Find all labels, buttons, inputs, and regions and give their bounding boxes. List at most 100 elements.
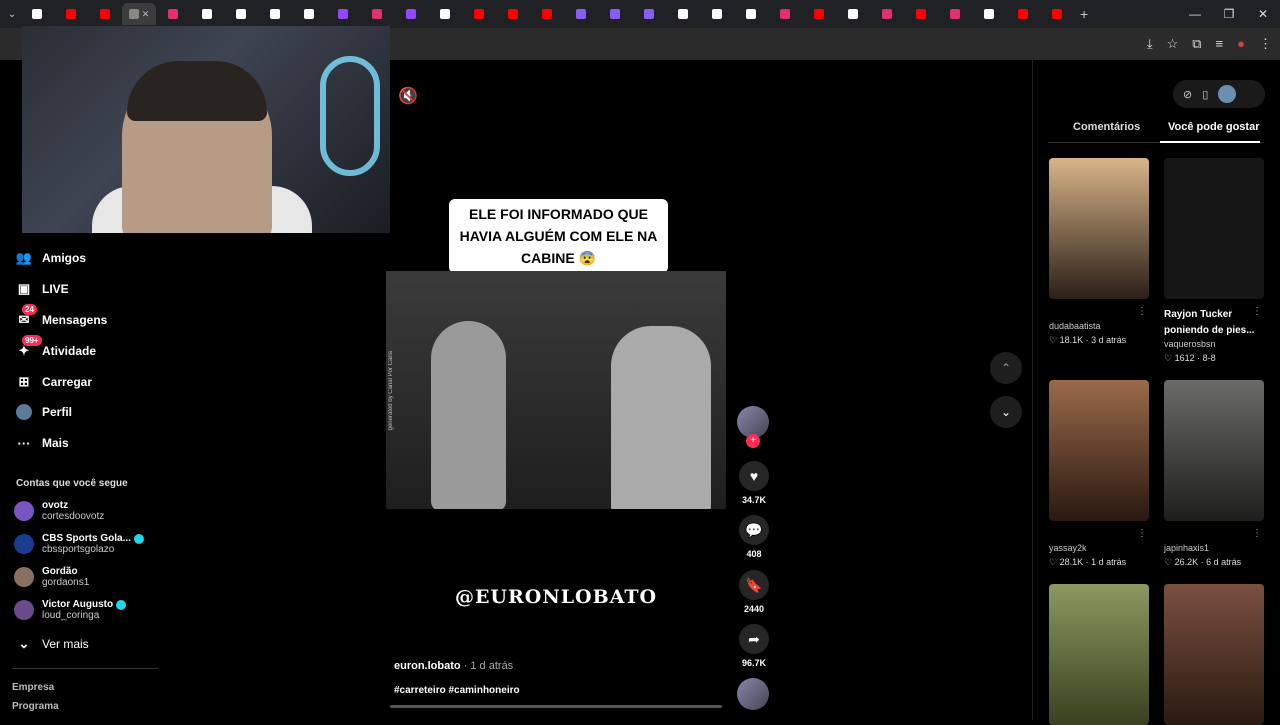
browser-tab[interactable]	[734, 3, 768, 25]
sidebar-item-messages[interactable]: ✉ 24 Mensagens	[16, 304, 107, 328]
browser-tab[interactable]	[802, 3, 836, 25]
browser-tab[interactable]	[768, 3, 802, 25]
comment-count: 408	[746, 549, 762, 559]
share-button[interactable]: ➦ 96.7K	[737, 624, 771, 668]
comment-icon: 💬	[739, 515, 769, 545]
browser-tab[interactable]	[360, 3, 394, 25]
more-options-icon[interactable]: ⋮	[1137, 306, 1147, 317]
browser-tab[interactable]	[564, 3, 598, 25]
browser-tab[interactable]	[292, 3, 326, 25]
browser-tab[interactable]	[326, 3, 360, 25]
video-progress-bar[interactable]	[390, 705, 722, 708]
card-time: 1 d atrás	[1091, 557, 1127, 567]
creator-avatar-button[interactable]: +	[737, 406, 771, 448]
browser-tab[interactable]	[258, 3, 292, 25]
more-options-icon[interactable]: ⋮	[1252, 528, 1262, 539]
new-tab-button[interactable]: +	[1080, 6, 1088, 22]
heart-icon: ♡	[1164, 353, 1175, 363]
sidebar-item-more[interactable]: ··· Mais	[16, 435, 69, 451]
browser-tab[interactable]	[190, 3, 224, 25]
browser-tab[interactable]	[156, 3, 190, 25]
followed-account[interactable]: ovotz cortesdoovotz	[14, 500, 104, 522]
sidebar-item-upload[interactable]: ⊞ Carregar	[16, 374, 92, 390]
browser-tab[interactable]	[224, 3, 258, 25]
recommended-video-card[interactable]	[1049, 584, 1149, 725]
video-player[interactable]: generated by Canal Por Carla	[386, 271, 726, 509]
close-tab-icon[interactable]: ✕	[142, 9, 150, 20]
browser-tab[interactable]	[496, 3, 530, 25]
footer-link-company[interactable]: Empresa	[12, 682, 54, 693]
minimize-button[interactable]: —	[1178, 0, 1212, 28]
sidebar-item-label: Amigos	[42, 251, 87, 265]
recommended-video-card[interactable]: ⋮ Rayjon Tucker poniendo de pies... vaqu…	[1164, 158, 1264, 364]
browser-tab[interactable]	[530, 3, 564, 25]
browser-tab[interactable]	[88, 3, 122, 25]
browser-tab[interactable]	[938, 3, 972, 25]
recommended-video-card[interactable]: ⋮ yassay2k ♡ 28.1K · 1 d atrás	[1049, 380, 1149, 568]
music-avatar[interactable]	[737, 678, 771, 710]
browser-tab[interactable]	[904, 3, 938, 25]
sidebar-item-activity[interactable]: ✦ 99+ Atividade	[16, 335, 96, 359]
bookmark-star-icon[interactable]: ☆	[1167, 36, 1179, 52]
profile-icon[interactable]: ●	[1237, 36, 1245, 52]
more-options-icon[interactable]: ⋮	[1252, 306, 1262, 317]
compass-icon[interactable]: ⊘	[1183, 88, 1192, 101]
browser-tab[interactable]	[632, 3, 666, 25]
footer-link-program[interactable]: Programa	[12, 701, 59, 712]
user-avatar[interactable]	[1218, 85, 1237, 103]
browser-tab[interactable]	[1040, 3, 1074, 25]
restore-button[interactable]: ❐	[1212, 0, 1246, 28]
browser-tab[interactable]	[428, 3, 462, 25]
avatar	[14, 600, 34, 620]
tab-favicon-icon	[780, 9, 790, 19]
browser-tab[interactable]	[598, 3, 632, 25]
browser-tab[interactable]	[870, 3, 904, 25]
browser-tab[interactable]	[836, 3, 870, 25]
comment-button[interactable]: 💬 408	[737, 515, 771, 559]
browser-tab[interactable]	[462, 3, 496, 25]
browser-tab[interactable]	[666, 3, 700, 25]
tab-favicon-icon	[678, 9, 688, 19]
install-icon[interactable]: ⤓	[1147, 36, 1153, 52]
browser-tab[interactable]	[972, 3, 1006, 25]
recommended-video-card[interactable]	[1164, 584, 1264, 725]
close-button[interactable]: ✕	[1246, 0, 1280, 28]
mute-icon[interactable]: 🔇	[398, 86, 418, 106]
video-hashtags[interactable]: #carreteiro #caminhoneiro	[394, 685, 520, 696]
more-options-icon[interactable]: ⋮	[1137, 528, 1147, 539]
card-user: japinhaxis1	[1164, 543, 1210, 553]
save-button[interactable]: 🔖 2440	[737, 570, 771, 614]
video-author[interactable]: euron.lobato · 1 d atrás	[394, 660, 513, 672]
previous-video-button[interactable]: ⌃	[990, 352, 1022, 384]
tab-you-may-like[interactable]: Você pode gostar	[1168, 121, 1259, 133]
phone-icon[interactable]: ▯	[1202, 88, 1208, 101]
browser-tab[interactable]: ✕	[122, 3, 156, 25]
recommended-video-card[interactable]: ⋮ japinhaxis1 ♡ 26.2K · 6 d atrás	[1164, 380, 1264, 568]
like-button[interactable]: ♥ 34.7K	[737, 461, 771, 505]
recommended-video-card[interactable]: ⋮ dudabaatista ♡ 18.1K · 3 d atrás	[1049, 158, 1149, 346]
browser-tab[interactable]	[700, 3, 734, 25]
tab-search-icon[interactable]: ⌄	[4, 9, 20, 20]
browser-tab[interactable]	[394, 3, 428, 25]
followed-account[interactable]: CBS Sports Gola... cbssportsgolazo	[14, 533, 144, 555]
menu-icon[interactable]: ⋮	[1259, 36, 1272, 52]
see-more-button[interactable]: ⌄ Ver mais	[16, 636, 89, 652]
tab-favicon-icon	[1018, 9, 1028, 19]
followed-account[interactable]: Gordão gordaons1	[14, 566, 89, 588]
sidebar-item-friends[interactable]: 👥 Amigos	[16, 250, 86, 266]
extensions-icon[interactable]: ⧉	[1192, 36, 1201, 52]
sidebar-item-live[interactable]: ▣ LIVE	[16, 281, 69, 297]
activity-icon: ✦ 99+	[16, 335, 42, 359]
browser-tab[interactable]	[20, 3, 54, 25]
follow-plus-icon[interactable]: +	[746, 434, 760, 448]
followed-account[interactable]: Victor Augusto loud_coringa	[14, 599, 127, 621]
browser-tab[interactable]	[1006, 3, 1040, 25]
tab-comments[interactable]: Comentários	[1073, 121, 1140, 133]
media-icon[interactable]: ≡	[1216, 36, 1224, 52]
video-thumbnail	[1164, 158, 1264, 299]
see-more-label: Ver mais	[42, 637, 89, 651]
account-name: CBS Sports Gola...	[42, 533, 131, 544]
browser-tab[interactable]	[54, 3, 88, 25]
next-video-button[interactable]: ⌄	[990, 396, 1022, 428]
sidebar-item-profile[interactable]: Perfil	[16, 404, 72, 420]
